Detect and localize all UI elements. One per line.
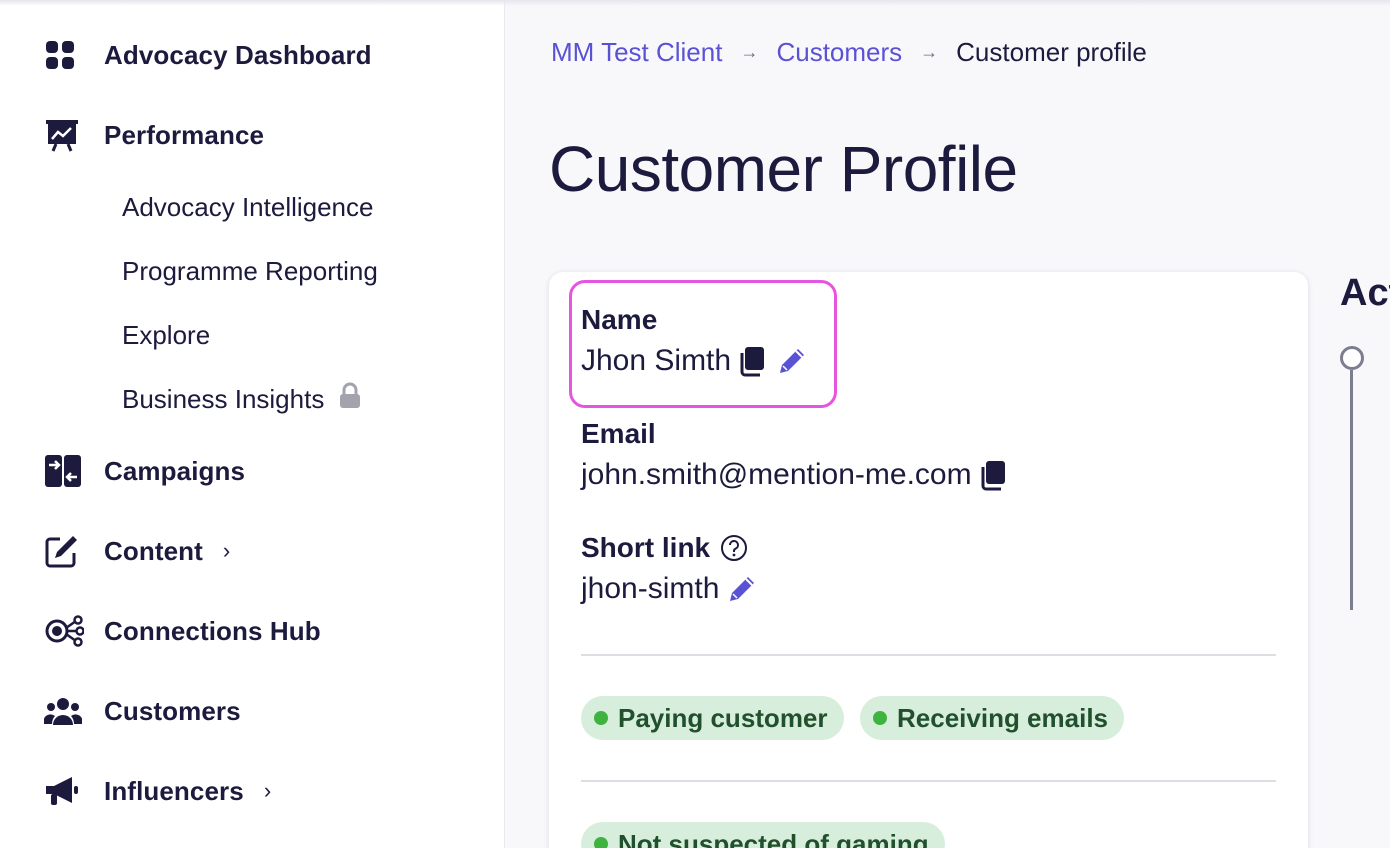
- sidebar-item-label: Connections Hub: [104, 615, 321, 646]
- status-dot: [594, 837, 608, 848]
- timeline-dot: [1340, 346, 1364, 370]
- sidebar-item-label: Content: [104, 535, 203, 566]
- activity-heading: Act: [1340, 272, 1390, 314]
- pencil-icon[interactable]: [727, 574, 757, 604]
- top-shadow: [0, 0, 1390, 6]
- copy-icon[interactable]: [739, 345, 769, 377]
- status-badge-label: Not suspected of gaming: [618, 828, 929, 848]
- status-badge-label: Receiving emails: [897, 702, 1108, 733]
- users-icon: [44, 691, 84, 731]
- sidebar-item-influencers[interactable]: Influencers ›: [44, 771, 271, 811]
- short-link-label-row: Short link: [581, 532, 748, 564]
- divider: [581, 654, 1276, 656]
- sidebar: Advocacy Dashboard Performance Advocacy …: [0, 0, 505, 848]
- sidebar-subitem-explore[interactable]: Explore: [122, 317, 210, 353]
- copy-icon[interactable]: [980, 459, 1010, 491]
- grid-icon: [44, 35, 84, 75]
- edit-icon: [44, 531, 84, 571]
- status-badge: Paying customer: [581, 696, 844, 740]
- short-link-label: Short link: [581, 532, 711, 563]
- status-badge: Not suspected of gaming: [581, 822, 945, 848]
- presentation-chart-icon: [44, 115, 84, 155]
- pencil-icon[interactable]: [777, 346, 807, 376]
- email-label: Email: [581, 418, 656, 449]
- breadcrumb: MM Test Client → Customers → Customer pr…: [551, 34, 1147, 70]
- short-link-value-row: jhon-simth: [581, 572, 757, 606]
- short-link-value: jhon-simth: [581, 572, 720, 605]
- lock-icon: [338, 382, 362, 417]
- arrow-right-icon: →: [920, 41, 939, 62]
- sidebar-item-label: Customers: [104, 695, 241, 726]
- chevron-right-icon: ›: [263, 778, 272, 803]
- sidebar-item-connections-hub[interactable]: Connections Hub: [44, 611, 321, 651]
- megaphone-icon: [44, 771, 84, 811]
- page-title: Customer Profile: [549, 133, 1018, 205]
- status-badge: Receiving emails: [860, 696, 1124, 740]
- breadcrumb-current: Customer profile: [956, 36, 1147, 67]
- sidebar-subitem-label: Programme Reporting: [122, 255, 378, 286]
- arrow-right-icon: →: [740, 41, 759, 62]
- email-value-row: john.smith@mention-me.com: [581, 458, 1010, 492]
- sidebar-item-label: Performance: [104, 119, 265, 150]
- sidebar-subitem-label: Business Insights: [122, 383, 325, 414]
- sidebar-subitem-label: Advocacy Intelligence: [122, 191, 374, 222]
- breadcrumb-link-client[interactable]: MM Test Client: [551, 37, 722, 68]
- help-icon[interactable]: [720, 534, 748, 562]
- sidebar-item-campaigns[interactable]: Campaigns: [44, 451, 245, 491]
- sidebar-item-label: Advocacy Dashboard: [104, 39, 372, 70]
- timeline-line: [1350, 370, 1353, 610]
- name-value-row: Jhon Simth: [581, 344, 807, 378]
- sidebar-subitem-advocacy-intelligence[interactable]: Advocacy Intelligence: [122, 189, 373, 225]
- network-icon: [44, 611, 84, 651]
- sidebar-item-content[interactable]: Content ›: [44, 531, 230, 571]
- sidebar-item-label: Campaigns: [104, 455, 246, 486]
- name-value: Jhon Simth: [581, 344, 732, 377]
- status-dot: [594, 711, 608, 725]
- divider: [581, 780, 1276, 782]
- sidebar-subitem-business-insights[interactable]: Business Insights: [122, 381, 362, 417]
- name-label: Name: [581, 304, 658, 335]
- sidebar-item-label: Influencers: [104, 775, 244, 806]
- status-badge-label: Paying customer: [618, 702, 828, 733]
- chevron-right-icon: ›: [222, 538, 231, 563]
- email-value: john.smith@mention-me.com: [581, 458, 972, 491]
- sidebar-item-customers[interactable]: Customers: [44, 691, 241, 731]
- arrows-exchange-icon: [44, 451, 84, 491]
- sidebar-subitem-label: Explore: [122, 319, 211, 350]
- sidebar-item-advocacy-dashboard[interactable]: Advocacy Dashboard: [44, 35, 372, 75]
- breadcrumb-link-customers[interactable]: Customers: [776, 37, 902, 68]
- sidebar-subitem-programme-reporting[interactable]: Programme Reporting: [122, 253, 378, 289]
- status-dot: [873, 711, 887, 725]
- sidebar-item-performance[interactable]: Performance: [44, 115, 264, 155]
